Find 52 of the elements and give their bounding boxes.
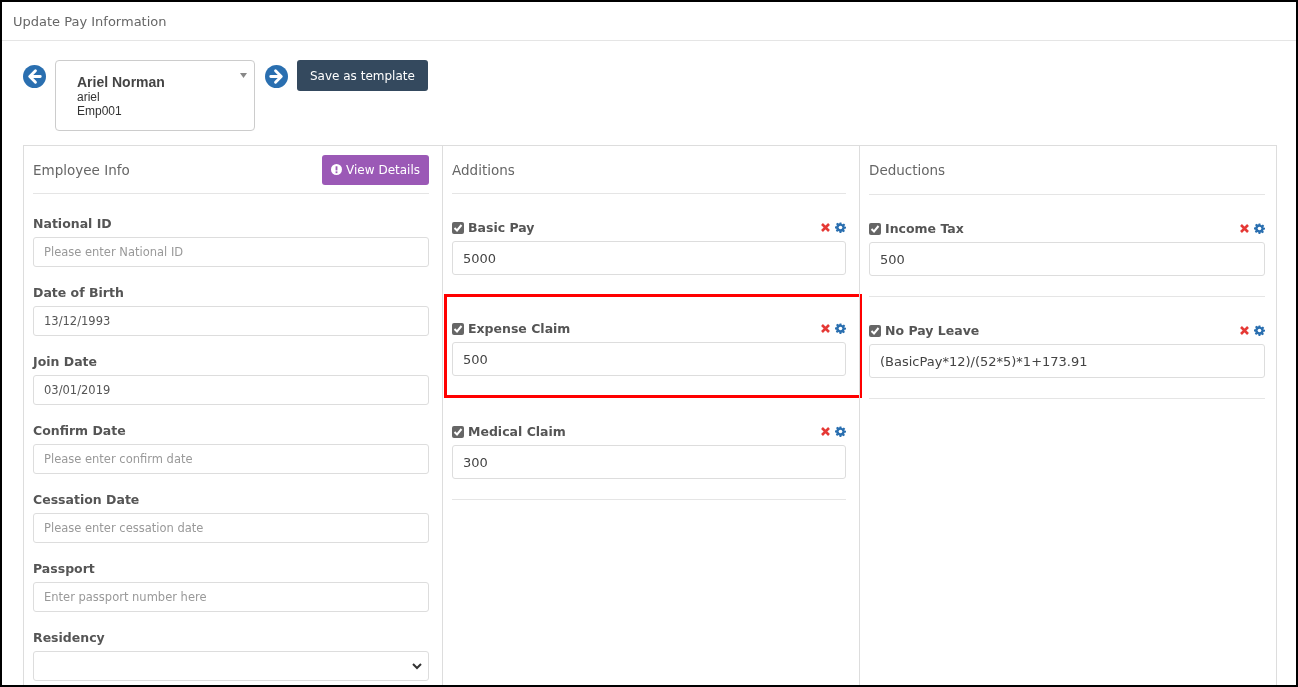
employee-selector[interactable]: Ariel Norman ariel Emp001	[55, 60, 255, 131]
employee-code: Emp001	[77, 104, 122, 118]
amount-field[interactable]: 5000	[452, 241, 846, 275]
settings-icon[interactable]	[835, 323, 846, 334]
checkbox[interactable]	[452, 425, 464, 438]
section-title: Deductions	[869, 162, 946, 178]
field-label: Cessation Date	[33, 492, 141, 507]
settings-icon[interactable]	[1254, 223, 1265, 234]
dropdown-field[interactable]	[33, 651, 429, 681]
field-label: Date of Birth	[33, 285, 125, 300]
section-title: Employee Info	[33, 161, 130, 178]
input-field[interactable]: 13/12/1993	[33, 306, 429, 336]
checkbox[interactable]	[869, 324, 881, 337]
field-label: Residency	[33, 630, 106, 645]
settings-icon[interactable]	[1254, 325, 1265, 336]
input-field[interactable]: Please enter National ID	[33, 237, 429, 267]
field-label: Join Date	[33, 354, 99, 369]
chevron-down-icon	[412, 662, 422, 670]
settings-icon[interactable]	[835, 222, 846, 233]
remove-icon[interactable]	[820, 222, 831, 233]
item-label: Income Tax	[885, 221, 964, 236]
input-field[interactable]: Please enter confirm date	[33, 444, 429, 474]
info-icon	[331, 164, 343, 175]
field-label: Passport	[33, 561, 96, 576]
input-field[interactable]: Please enter cessation date	[33, 513, 429, 543]
amount-field[interactable]: 500	[452, 342, 846, 376]
remove-icon[interactable]	[820, 426, 831, 437]
checkbox[interactable]	[869, 222, 881, 235]
remove-icon[interactable]	[820, 323, 831, 334]
save-template-button[interactable]: Save as template	[297, 60, 428, 91]
item-label: Medical Claim	[468, 424, 566, 439]
checkbox[interactable]	[452, 322, 464, 335]
item-label: No Pay Leave	[885, 323, 980, 338]
input-field[interactable]: 03/01/2019	[33, 375, 429, 405]
caret-icon	[240, 73, 247, 78]
amount-field[interactable]: 300	[452, 445, 846, 479]
item-label: Basic Pay	[468, 220, 535, 235]
employee-username: ariel	[77, 90, 100, 104]
field-label: National ID	[33, 216, 113, 231]
amount-field[interactable]: (BasicPay*12)/(52*5)*1+173.91	[869, 344, 1265, 378]
section-title: Additions	[452, 161, 515, 178]
item-label: Expense Claim	[468, 321, 571, 336]
remove-icon[interactable]	[1239, 223, 1250, 234]
field-label: Confirm Date	[33, 423, 127, 438]
view-details-button[interactable]: View Details	[322, 154, 429, 185]
amount-field[interactable]: 500	[869, 242, 1265, 276]
page-title: Update Pay Information	[13, 14, 168, 29]
employee-name: Ariel Norman	[77, 74, 165, 90]
settings-icon[interactable]	[835, 426, 846, 437]
remove-icon[interactable]	[1239, 325, 1250, 336]
checkbox[interactable]	[452, 221, 464, 234]
input-field[interactable]: Enter passport number here	[33, 582, 429, 612]
